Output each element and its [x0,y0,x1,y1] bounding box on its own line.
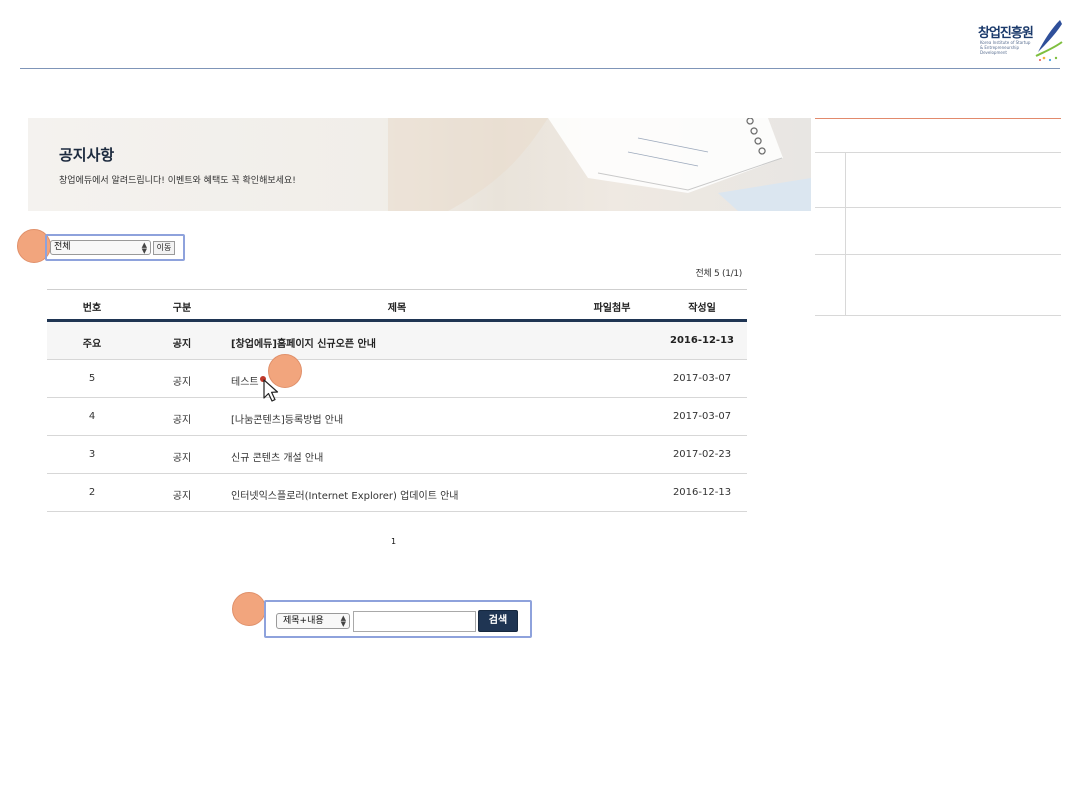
category-select[interactable]: 전체 ▲ ▼ [50,240,151,255]
step-marker [232,592,266,626]
row-title-link[interactable]: 테스트 [231,373,259,388]
row-title-link[interactable]: [나눔콘텐츠]등록방법 안내 [231,411,343,426]
site-logo[interactable]: 창업진흥원 Korea Institute of Startup & Entre… [978,18,1064,62]
side-panel-divider [815,207,1061,208]
row-number: 5 [88,373,96,384]
table-row[interactable]: 2 공지 인터넷익스플로러(Internet Explorer) 업데이트 안내… [47,474,747,512]
row-date: 2016-12-13 [672,487,732,498]
side-panel-divider [815,315,1061,316]
side-panel [815,118,1061,316]
logo-subtitle: Korea Institute of Startup & Entrepreneu… [980,40,1031,55]
page-subtitle: 창업에듀에서 알려드립니다! 이벤트와 혜택도 꼭 확인해보세요! [59,176,296,186]
row-category: 공지 [172,377,192,388]
row-number: 2 [88,487,96,498]
go-button[interactable]: 이동 [153,241,175,255]
row-number: 3 [88,449,96,460]
header-divider [20,68,1060,69]
side-panel-top-line [815,118,1061,119]
search-button[interactable]: 검색 [478,610,518,632]
row-category: 공지 [172,491,192,502]
row-category: 공지 [172,453,192,464]
search-field-select[interactable]: 제목+내용 ▲ ▼ [276,613,350,629]
search-field-value: 제목+내용 [283,616,324,626]
page-banner: 공지사항 창업에듀에서 알려드립니다! 이벤트와 혜택도 꼭 확인해보세요! [28,118,811,211]
category-select-value: 전체 [54,242,71,252]
header-category: 구분 [172,303,192,314]
row-category: 공지 [172,415,192,426]
select-arrows-icon: ▲ ▼ [340,614,346,628]
page-title: 공지사항 [59,146,115,164]
header-attachment: 파일첨부 [593,303,631,314]
table-row[interactable]: 5 공지 테스트 2017-03-07 [47,360,747,398]
row-title-link[interactable]: 인터넷익스플로러(Internet Explorer) 업데이트 안내 [231,487,458,502]
row-number: 주요 [82,339,102,350]
header-date: 작성일 [688,303,716,314]
table-header: 번호 구분 제목 파일첨부 작성일 [47,289,747,322]
table-row[interactable]: 4 공지 [나눔콘텐츠]등록방법 안내 2017-03-07 [47,398,747,436]
table-row[interactable]: 주요 공지 [창업에듀]홈페이지 신규오픈 안내 2016-12-13 [47,322,747,360]
header-number: 번호 [82,303,102,314]
search-input[interactable] [353,611,476,632]
logo-swoosh-icon [1035,20,1063,62]
table-row[interactable]: 3 공지 신규 콘텐츠 개설 안내 2017-02-23 [47,436,747,474]
side-panel-divider [815,254,1061,255]
banner-notebook-image [388,118,811,211]
row-date: 2017-03-07 [672,373,732,384]
row-date: 2017-03-07 [672,411,732,422]
row-date: 2016-12-13 [670,335,734,346]
row-number: 4 [88,411,96,422]
page-number[interactable]: 1 [391,537,396,546]
logo-title: 창업진흥원 [978,26,1034,41]
row-category: 공지 [172,339,192,350]
row-title-link[interactable]: [창업에듀]홈페이지 신규오픈 안내 [231,335,376,350]
header-title: 제목 [387,303,407,314]
side-panel-column-divider [845,152,846,316]
select-arrows-icon: ▲ ▼ [141,241,147,255]
row-title-link[interactable]: 신규 콘텐츠 개설 안내 [231,449,323,464]
row-date: 2017-02-23 [672,449,732,460]
side-panel-divider [815,152,1061,153]
total-count: 전체 5 (1/1) [695,269,742,279]
mouse-cursor-icon [260,376,279,402]
